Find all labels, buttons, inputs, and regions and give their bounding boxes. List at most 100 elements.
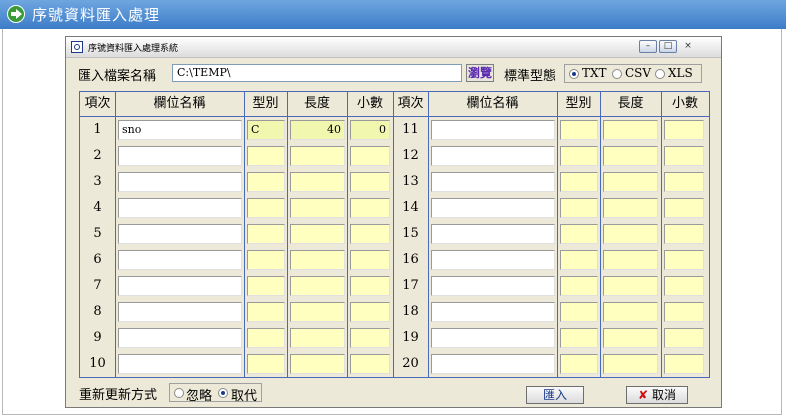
field-length-input[interactable]: 40	[290, 120, 345, 140]
cancel-x-icon: ✘	[637, 388, 649, 402]
field-decimal-input[interactable]	[350, 302, 390, 322]
field-decimal-input[interactable]	[350, 172, 390, 192]
field-decimal-input[interactable]	[350, 146, 390, 166]
field-length-input[interactable]	[290, 276, 345, 296]
cancel-button[interactable]: ✘ 取消	[626, 386, 688, 404]
field-decimal-input[interactable]	[664, 224, 704, 244]
field-name-input[interactable]: sno	[118, 120, 242, 140]
field-length-input[interactable]	[603, 250, 658, 270]
field-name-input[interactable]	[431, 146, 555, 166]
field-name-input[interactable]	[431, 354, 555, 374]
field-type-input[interactable]	[560, 146, 598, 166]
field-length-input[interactable]	[290, 198, 345, 218]
field-length-input[interactable]	[603, 276, 658, 296]
field-length-input[interactable]	[603, 354, 658, 374]
close-button[interactable]: ×	[679, 40, 697, 53]
field-length-input[interactable]	[290, 250, 345, 270]
field-type-input[interactable]	[247, 354, 285, 374]
field-type-input[interactable]	[247, 224, 285, 244]
field-decimal-input[interactable]	[664, 250, 704, 270]
field-type-input[interactable]	[247, 172, 285, 192]
browse-button[interactable]: 瀏覽	[466, 64, 494, 82]
column-divider	[428, 92, 429, 377]
field-type-input[interactable]	[247, 276, 285, 296]
field-decimal-input[interactable]	[350, 198, 390, 218]
field-type-input[interactable]	[560, 198, 598, 218]
field-type-input[interactable]: C	[247, 120, 285, 140]
field-name-input[interactable]	[118, 328, 242, 348]
field-decimal-input[interactable]	[350, 276, 390, 296]
field-type-input[interactable]	[560, 276, 598, 296]
field-type-input[interactable]	[560, 328, 598, 348]
field-length-input[interactable]	[603, 120, 658, 140]
format-radio-csv[interactable]	[612, 69, 622, 79]
field-decimal-input[interactable]	[664, 120, 704, 140]
field-length-input[interactable]	[290, 328, 345, 348]
field-length-input[interactable]	[290, 146, 345, 166]
field-name-input[interactable]	[431, 328, 555, 348]
field-decimal-input[interactable]	[664, 198, 704, 218]
field-decimal-input[interactable]	[664, 146, 704, 166]
header-divider	[80, 116, 709, 117]
field-type-input[interactable]	[247, 302, 285, 322]
file-path-input[interactable]: C:\TEMP\	[172, 64, 462, 82]
field-length-input[interactable]	[603, 172, 658, 192]
field-decimal-input[interactable]	[664, 276, 704, 296]
maximize-button[interactable]: □	[659, 40, 677, 53]
field-type-input[interactable]	[560, 354, 598, 374]
field-type-input[interactable]	[247, 198, 285, 218]
field-name-input[interactable]	[118, 198, 242, 218]
field-length-input[interactable]	[290, 224, 345, 244]
format-radio-txt[interactable]	[569, 69, 579, 79]
field-decimal-input[interactable]	[350, 250, 390, 270]
field-type-input[interactable]	[560, 302, 598, 322]
minimize-button[interactable]: –	[639, 40, 657, 53]
update-radio-ignore[interactable]	[174, 388, 184, 398]
field-name-input[interactable]	[431, 276, 555, 296]
field-decimal-input[interactable]	[350, 224, 390, 244]
field-name-input[interactable]	[118, 224, 242, 244]
field-name-input[interactable]	[118, 302, 242, 322]
field-name-input[interactable]	[118, 354, 242, 374]
field-decimal-input[interactable]	[350, 328, 390, 348]
field-name-input[interactable]	[431, 198, 555, 218]
field-type-input[interactable]	[560, 224, 598, 244]
row-index: 15	[402, 226, 419, 241]
field-decimal-input[interactable]	[350, 354, 390, 374]
window-titlebar[interactable]: 序號資料匯入處理系統 – □ ×	[66, 37, 721, 58]
field-length-input[interactable]	[603, 302, 658, 322]
field-length-input[interactable]	[603, 146, 658, 166]
field-length-input[interactable]	[290, 302, 345, 322]
field-decimal-input[interactable]	[664, 354, 704, 374]
field-type-input[interactable]	[247, 250, 285, 270]
column-divider	[600, 92, 601, 377]
field-decimal-input[interactable]	[664, 302, 704, 322]
field-length-input[interactable]	[603, 198, 658, 218]
field-length-input[interactable]	[603, 224, 658, 244]
field-name-input[interactable]	[118, 250, 242, 270]
field-length-input[interactable]	[290, 354, 345, 374]
field-type-input[interactable]	[560, 250, 598, 270]
field-type-input[interactable]	[560, 120, 598, 140]
field-decimal-input[interactable]	[664, 328, 704, 348]
import-button[interactable]: 匯入	[526, 386, 584, 404]
field-type-input[interactable]	[560, 172, 598, 192]
field-length-input[interactable]	[290, 172, 345, 192]
field-decimal-input[interactable]: 0	[350, 120, 390, 140]
field-name-input[interactable]	[431, 224, 555, 244]
field-decimal-input[interactable]	[664, 172, 704, 192]
field-name-input[interactable]	[431, 250, 555, 270]
field-name-input[interactable]	[118, 146, 242, 166]
field-name-input[interactable]	[431, 302, 555, 322]
column-divider	[557, 92, 558, 377]
field-name-input[interactable]	[118, 276, 242, 296]
format-radio-xls[interactable]	[655, 69, 665, 79]
field-name-input[interactable]	[118, 172, 242, 192]
window-title: 序號資料匯入處理系統	[88, 44, 179, 54]
field-type-input[interactable]	[247, 146, 285, 166]
field-length-input[interactable]	[603, 328, 658, 348]
field-name-input[interactable]	[431, 172, 555, 192]
field-name-input[interactable]	[431, 120, 555, 140]
update-radio-replace[interactable]	[218, 388, 228, 398]
field-type-input[interactable]	[247, 328, 285, 348]
